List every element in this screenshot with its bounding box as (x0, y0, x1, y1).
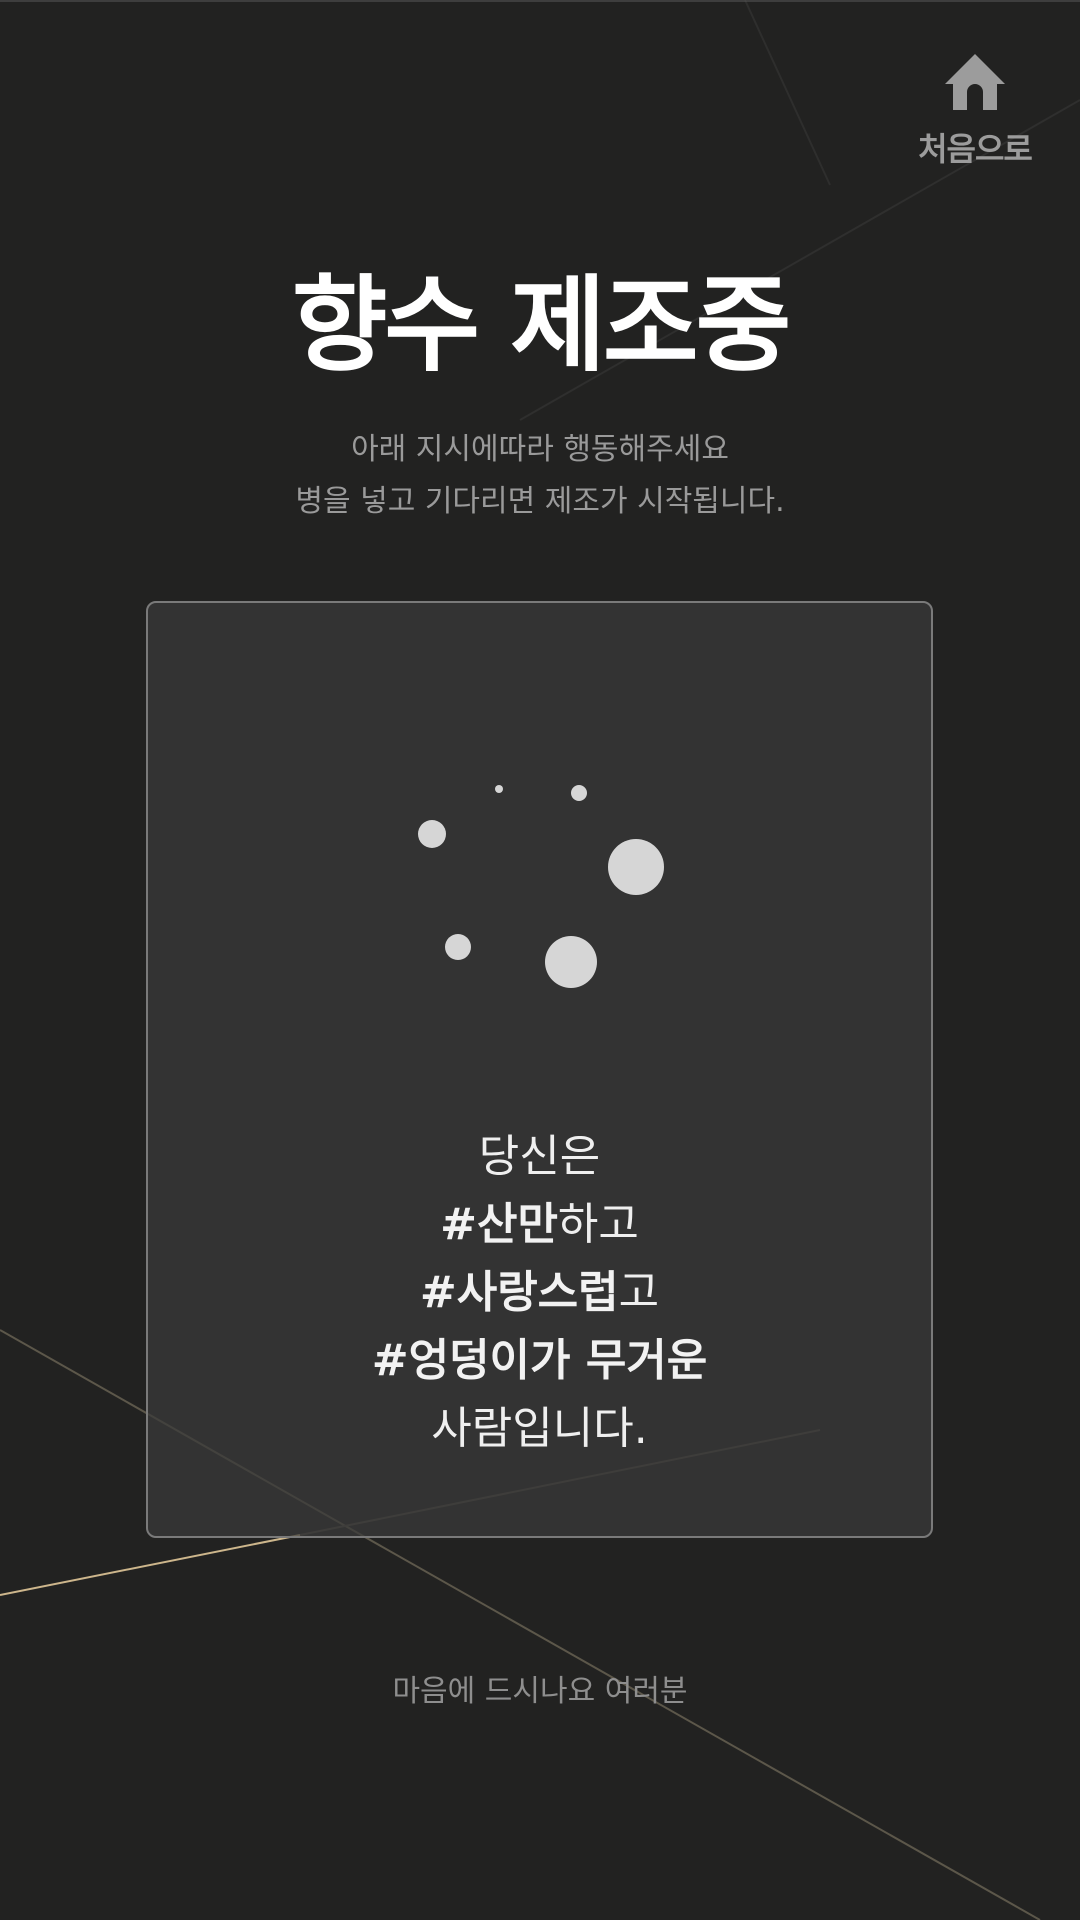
result-trait: #산만하고 (148, 1191, 931, 1259)
result-card: 당신은 #산만하고 #사랑스럽고 #엉덩이가 무거운 사람입니다. (146, 601, 933, 1538)
result-trait: #사랑스럽고 (148, 1259, 931, 1327)
home-icon (945, 54, 1005, 110)
trait-tag: #엉덩이가 무거운 (371, 1335, 708, 1386)
instruction-line: 병을 넣고 기다리면 제조가 시작됩니다. (295, 484, 785, 519)
loading-dots-icon (418, 785, 664, 988)
home-label: 처음으로 (918, 130, 1033, 168)
footer-message: 마음에 드시나요 여러분 (392, 1674, 688, 1709)
trait-suffix: 하고 (557, 1199, 639, 1250)
result-outro: 사람입니다. (431, 1403, 648, 1454)
trait-tag: #산만 (440, 1199, 558, 1250)
trait-tag: #사랑스럽 (419, 1267, 619, 1318)
result-trait: #엉덩이가 무거운 (148, 1327, 931, 1395)
home-button[interactable]: 처음으로 (905, 50, 1045, 170)
instruction-line: 아래 지시에따라 행동해주세요 (351, 432, 729, 467)
page-title: 향수 제조중 (291, 264, 792, 386)
trait-suffix: 고 (618, 1267, 660, 1318)
instructions: 아래 지시에따라 행동해주세요 병을 넣고 기다리면 제조가 시작됩니다. (0, 424, 1080, 528)
result-text: 당신은 #산만하고 #사랑스럽고 #엉덩이가 무거운 사람입니다. (148, 1123, 931, 1463)
result-intro: 당신은 (478, 1131, 601, 1182)
